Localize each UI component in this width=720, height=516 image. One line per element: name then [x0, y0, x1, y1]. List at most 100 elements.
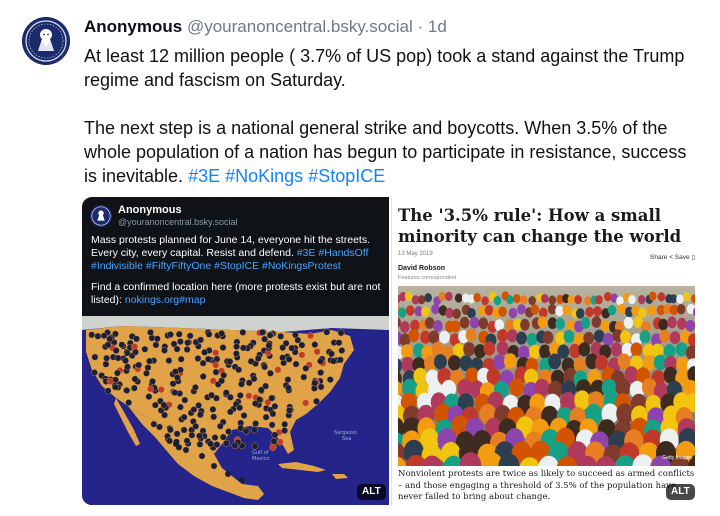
crowd-figure	[607, 305, 617, 316]
author-name[interactable]: Anonymous	[84, 17, 182, 36]
crowd-figure	[542, 331, 554, 344]
hashtag-stopice[interactable]: #StopICE	[308, 166, 385, 186]
crowd-figure	[623, 316, 634, 329]
protest-marker	[219, 344, 227, 351]
protest-marker	[153, 335, 161, 343]
protest-marker	[209, 406, 217, 413]
avatar[interactable]	[22, 17, 70, 65]
protest-marker	[177, 403, 184, 411]
protest-marker	[175, 330, 183, 338]
protest-marker	[268, 421, 276, 429]
protest-marker	[338, 347, 346, 354]
post: Anonymous @youranoncentral.bsky.social ·…	[0, 0, 720, 516]
protest-marker	[133, 335, 140, 343]
crowd-figure	[604, 292, 612, 302]
crowd-figure	[617, 303, 627, 315]
protest-marker	[218, 329, 226, 337]
protest-marker	[225, 428, 233, 436]
crowd-figure	[617, 353, 631, 370]
protest-marker	[180, 413, 188, 421]
protest-marker	[261, 363, 269, 371]
crowd-figure	[417, 295, 426, 305]
protest-marker	[252, 420, 260, 428]
protest-marker	[177, 355, 185, 363]
crowd-figure	[483, 341, 496, 356]
crowd-figure	[517, 304, 526, 315]
protest-marker	[337, 329, 345, 337]
protest-marker	[172, 368, 179, 375]
crowd-figure	[537, 316, 548, 328]
protest-marker	[186, 332, 194, 340]
post-paragraph-2: The next step is a national general stri…	[84, 116, 704, 188]
protest-marker	[88, 331, 96, 339]
alt-badge-left[interactable]: ALT	[357, 484, 386, 500]
crowd-figure	[452, 308, 461, 319]
image-article-screenshot[interactable]: The '3.5% rule': How a small minority ca…	[391, 197, 700, 505]
author-handle[interactable]: @youranoncentral.bsky.social	[187, 17, 413, 36]
protest-marker	[161, 411, 169, 419]
protest-marker	[235, 366, 243, 374]
protest-marker	[210, 413, 218, 421]
crowd-figure	[401, 344, 413, 359]
protest-marker	[167, 331, 174, 338]
crowd-figure	[406, 305, 415, 316]
crowd-figure	[555, 317, 565, 330]
protest-marker	[102, 360, 110, 368]
protest-marker	[194, 355, 202, 362]
protest-marker	[285, 355, 293, 363]
crowd-figure	[610, 342, 623, 357]
protest-marker	[199, 359, 207, 367]
protest-marker	[165, 357, 173, 364]
protest-marker	[123, 387, 131, 394]
timestamp[interactable]: 1d	[428, 17, 447, 36]
protest-marker	[274, 366, 282, 374]
crowd-figure	[530, 304, 540, 315]
protest-marker	[231, 442, 239, 450]
protest-marker	[152, 341, 160, 349]
protest-marker	[188, 431, 196, 439]
article-caption: Nonviolent protests are twice as likely …	[398, 469, 695, 502]
protest-marker	[317, 357, 324, 365]
protest-marker	[173, 441, 179, 447]
crowd-figure	[454, 293, 463, 303]
embedded-avatar	[90, 205, 112, 227]
protest-marker	[313, 397, 320, 405]
crowd-figure	[637, 295, 646, 305]
protest-marker	[238, 380, 245, 388]
crowd-figure	[600, 320, 611, 332]
protest-marker	[300, 373, 308, 381]
crowd-figure	[593, 306, 602, 317]
protest-marker	[313, 348, 321, 356]
protest-marker	[104, 387, 112, 395]
protest-marker	[282, 339, 290, 347]
protest-marker	[156, 423, 163, 431]
alt-badge-right[interactable]: ALT	[666, 484, 695, 500]
crowd-figure	[498, 306, 507, 317]
crowd-figure	[541, 294, 549, 304]
crowd-figure	[580, 317, 591, 329]
post-paragraph-1: At least 12 million people ( 3.7% of US …	[84, 46, 685, 90]
image-protest-map-post[interactable]: Anonymous @youranoncentral.bsky.social M…	[82, 197, 389, 505]
protest-marker	[213, 355, 221, 363]
protest-marker	[237, 424, 245, 432]
hashtag-3e[interactable]: #3E	[188, 166, 220, 186]
hashtag-nokings[interactable]: #NoKings	[225, 166, 303, 186]
protest-marker	[150, 420, 158, 428]
post-text: At least 12 million people ( 3.7% of US …	[84, 44, 704, 188]
crowd-figure	[398, 307, 407, 318]
protest-marker	[284, 384, 292, 392]
crowd-figure	[493, 354, 506, 370]
crowd-figure	[620, 330, 631, 344]
crowd-figure	[562, 304, 572, 316]
crowd-figure	[421, 306, 430, 317]
protest-marker	[307, 332, 315, 340]
protest-marker	[336, 356, 344, 364]
crowd-figure	[578, 342, 591, 357]
protest-marker	[266, 331, 274, 339]
protest-marker	[174, 374, 181, 382]
protest-marker	[236, 392, 244, 399]
protest-marker	[196, 432, 203, 440]
crowd-photo	[398, 286, 695, 466]
article-author-role: Features correspondent	[398, 275, 457, 281]
crowd-figure	[667, 316, 677, 329]
